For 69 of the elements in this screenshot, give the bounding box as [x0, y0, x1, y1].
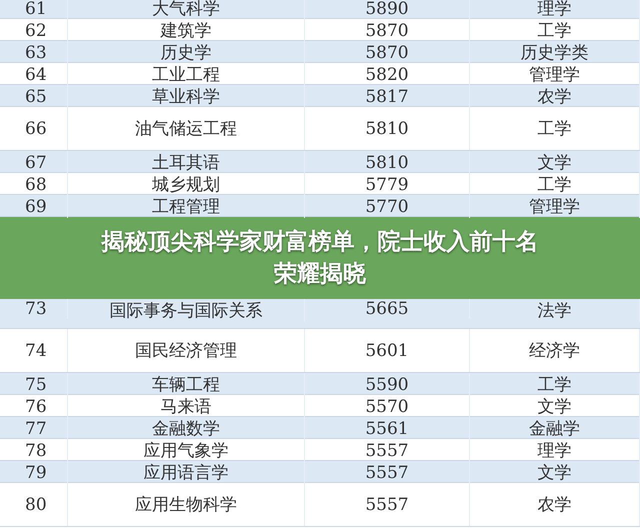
table-cell: 79: [25, 462, 47, 482]
table-cell-text: 建筑学: [160, 20, 212, 42]
table-cell-text: 文学: [538, 152, 572, 174]
table-cell: 69: [25, 196, 47, 216]
table-cell-text: 工学: [538, 118, 572, 140]
table-cell-text: 国民经济管理: [135, 340, 237, 362]
table-cell: 5870: [365, 42, 409, 62]
table-cell: 76: [25, 396, 47, 416]
table-cell: 74: [25, 340, 47, 360]
table-cell: 61: [25, 0, 47, 18]
table-cell: 5561: [365, 418, 409, 438]
table-cell: 80: [25, 494, 47, 514]
table-cell: 理学: [538, 0, 572, 20]
table-cell: 5570: [365, 396, 409, 416]
table-cell: 5557: [365, 494, 409, 514]
table-cell: 5890: [365, 0, 409, 18]
table-cell-text: 国际事务与国际关系: [110, 300, 262, 322]
table-cell: 5810: [365, 152, 409, 172]
table-cell-text: 文学: [538, 396, 572, 418]
table-cell: 5817: [365, 86, 409, 106]
table-cell-text: 油气储运工程: [135, 118, 237, 140]
table-cell: 5601: [365, 340, 409, 360]
table-cell-text: 管理学: [529, 64, 580, 86]
table-cell-text: 历史学: [160, 42, 212, 64]
table-cell: 5770: [365, 196, 409, 216]
table-cell: 68: [25, 174, 47, 194]
table-cell-text: 工学: [538, 374, 572, 396]
table-cell: 62: [25, 20, 47, 40]
table-cell: 66: [25, 118, 47, 138]
table-cell: 5665: [365, 299, 409, 319]
table-cell: 5779: [365, 174, 409, 194]
table-cell-text: 金融学: [529, 418, 580, 440]
table-cell: 67: [25, 152, 47, 172]
table-cell-text: 文学: [538, 462, 572, 484]
table-cell: 63: [25, 42, 47, 62]
table-cell-text: 法学: [538, 300, 572, 322]
table-cell-text: 马来语: [160, 396, 212, 418]
table-cell-text: 农学: [538, 86, 572, 108]
table-cell: 78: [25, 440, 47, 460]
table-cell-text: 工学: [538, 20, 572, 42]
table-cell-text: 应用语言学: [144, 462, 228, 484]
table-cell: 64: [25, 64, 47, 84]
table-cell: 5557: [365, 462, 409, 482]
table-cell-text: 金融数学: [152, 418, 220, 440]
table-cell: 65: [25, 86, 47, 106]
banner-title: 揭秘顶尖科学家财富榜单，院士收入前十名荣耀揭晓: [100, 228, 540, 289]
table-cell: 77: [25, 418, 47, 438]
table-cell-text: 农学: [538, 494, 572, 516]
table-cell-text: 理学: [538, 440, 572, 462]
table-cell-text: 工业工程: [152, 64, 220, 86]
table-cell-text: 管理学: [529, 196, 580, 218]
table-cell: 5590: [365, 374, 409, 394]
table-cell: 5557: [365, 440, 409, 460]
table-cell-text: 应用生物科学: [135, 494, 237, 516]
table-cell: 5810: [365, 118, 409, 138]
table-cell: 5870: [365, 20, 409, 40]
table-cell-text: 工程管理: [152, 196, 220, 218]
table-cell-text: 应用气象学: [144, 440, 228, 462]
table-cell-text: 草业科学: [152, 86, 220, 108]
table-cell: 73: [25, 299, 47, 319]
table-cell: 5820: [365, 64, 409, 84]
table-cell-text: 历史学类: [520, 42, 588, 64]
table-cell: 大气科学: [152, 0, 220, 20]
table-cell-text: 工学: [538, 174, 572, 196]
table-cell-text: 土耳其语: [152, 152, 220, 174]
table-cell: 75: [25, 374, 47, 394]
table-cell-text: 城乡规划: [152, 174, 220, 196]
table-cell-text: 经济学: [529, 340, 580, 362]
table-cell-text: 车辆工程: [152, 374, 220, 396]
